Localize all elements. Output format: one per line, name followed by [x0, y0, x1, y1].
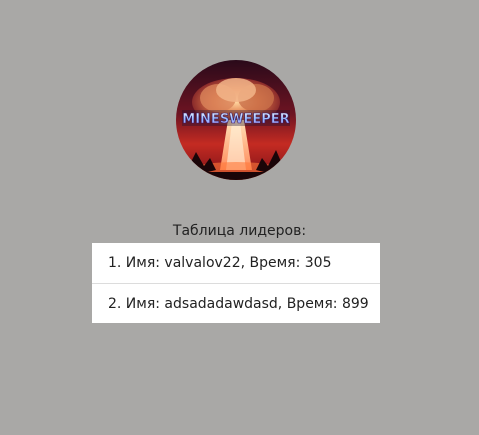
minesweeper-logo: MINESWEEPER — [176, 60, 296, 180]
leaderboard-list: 1. Имя: valvalov22, Время: 305 2. Имя: a… — [92, 243, 380, 323]
leaderboard-title: Таблица лидеров: — [172, 223, 307, 239]
leaderboard-row: 1. Имя: valvalov22, Время: 305 — [108, 255, 332, 271]
leaderboard-row: 2. Имя: adsadadawdasd, Время: 899 — [92, 283, 380, 323]
logo-text: MINESWEEPER — [182, 112, 289, 127]
explosion-logo-icon: MINESWEEPER — [176, 60, 296, 180]
